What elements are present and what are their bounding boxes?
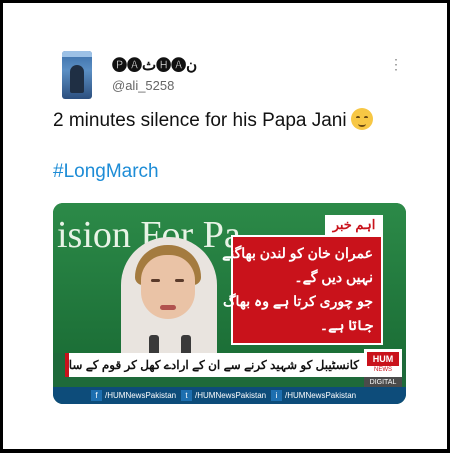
tweet-text: 2 minutes silence for his Papa Jani	[53, 108, 373, 132]
news-line: جو چوری کرتا ہے وہ بھاگ	[222, 293, 373, 309]
avatar-stripe	[62, 51, 92, 57]
tweet-card: 🅟🅐ث🅗🅐ن @ali_5258 ⋮ 2 minutes silence for…	[3, 3, 447, 449]
news-line: جاتا ہے۔	[319, 317, 373, 333]
news-ticker: کانسٹیبل کو شہید کرنے سے ان کے ارادے کھل…	[65, 353, 365, 377]
news-line: نہیں دیں گے۔	[294, 269, 373, 285]
news-line: عمران خان کو لندن بھاگنے	[222, 245, 373, 261]
instagram-icon: i	[271, 390, 282, 402]
lips	[160, 305, 176, 310]
speaker-figure	[115, 227, 223, 375]
news-headline-box: اہم خبر عمران خان کو لندن بھاگنے نہیں دی…	[222, 215, 383, 345]
relieved-face-emoji-icon	[350, 108, 373, 130]
user-handle[interactable]: @ali_5258	[112, 78, 174, 93]
tweet-body: 2 minutes silence for his Papa Jani	[53, 110, 347, 131]
social-item: i/HUMNewsPakistan	[271, 389, 356, 402]
twitter-icon: t	[181, 390, 192, 402]
more-options-icon[interactable]: ⋮	[389, 57, 403, 71]
display-name[interactable]: 🅟🅐ث🅗🅐ن	[112, 54, 197, 75]
right-eye	[175, 279, 184, 282]
hashtag-link[interactable]: #LongMarch	[53, 161, 159, 183]
news-tag: اہم خبر	[325, 215, 383, 235]
logo-sub: NEWS	[374, 367, 392, 373]
logo-name: HUM	[367, 352, 399, 366]
facebook-icon: f	[91, 390, 102, 402]
social-strip: f/HUMNewsPakistan t/HUMNewsPakistan i/HU…	[53, 387, 406, 404]
tweet-media-image[interactable]: ision For Pa اہم خبر عمران خان کو لندن ب…	[53, 203, 406, 404]
avatar-figure	[70, 65, 84, 93]
avatar[interactable]	[62, 51, 92, 99]
channel-logo: HUM NEWS DIGITAL	[364, 349, 402, 389]
social-item: t/HUMNewsPakistan	[181, 389, 266, 402]
social-item: f/HUMNewsPakistan	[91, 389, 176, 402]
left-eye	[151, 279, 160, 282]
